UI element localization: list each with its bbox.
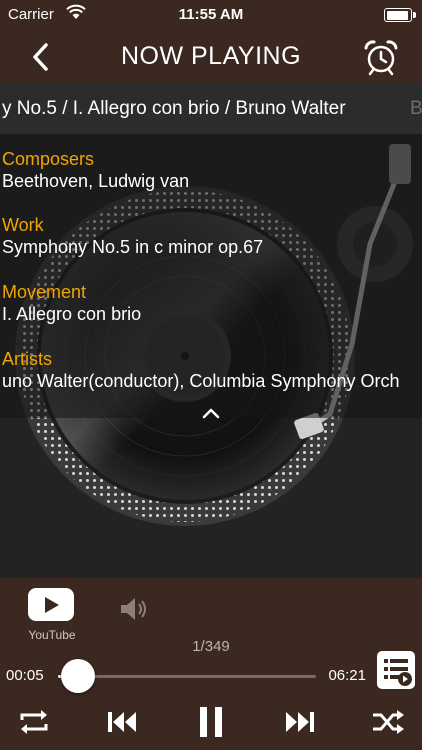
speaker-icon[interactable] xyxy=(118,594,150,624)
playlist-icon[interactable] xyxy=(376,650,416,690)
artists-label: Artists xyxy=(2,349,53,369)
player-controls: YouTube 1/349 00:05 06:21 xyxy=(0,578,422,750)
composers-label: Composers xyxy=(2,149,95,169)
movement-value: I. Allegro con brio xyxy=(2,304,142,324)
seek-slider[interactable] xyxy=(58,659,316,693)
movement-label: Movement xyxy=(2,282,87,302)
shuffle-icon[interactable] xyxy=(368,704,408,740)
total-duration: 06:21 xyxy=(328,667,366,684)
seek-thumb[interactable] xyxy=(61,659,96,693)
nav-bar: NOW PLAYING xyxy=(0,30,422,84)
pause-icon[interactable] xyxy=(191,704,231,740)
alarm-clock-icon[interactable] xyxy=(362,38,400,76)
artists-value: uno Walter(conductor), Columbia Symphony… xyxy=(2,371,400,391)
work-value: Symphony No.5 in c minor op.67 xyxy=(2,237,264,257)
now-playing-title-bar: y No.5 / I. Allegro con brio / Bruno Wal… xyxy=(0,84,422,134)
repeat-icon[interactable] xyxy=(14,704,54,740)
now-playing-title-next: B xyxy=(410,98,422,119)
chevron-up-icon[interactable] xyxy=(200,406,222,420)
next-track-icon[interactable] xyxy=(280,704,320,740)
clock: 11:55 AM xyxy=(178,6,244,23)
youtube-button[interactable]: YouTube xyxy=(26,588,78,644)
now-playing-panel: y No.5 / I. Allegro con brio / Bruno Wal… xyxy=(0,84,422,578)
track-position: 1/349 xyxy=(192,638,230,655)
previous-track-icon[interactable] xyxy=(102,704,142,740)
seek-track xyxy=(58,675,316,678)
youtube-icon xyxy=(28,588,74,621)
battery-icon xyxy=(384,8,416,22)
status-bar: Carrier 11:55 AM xyxy=(0,0,422,30)
elapsed-time: 00:05 xyxy=(6,667,44,684)
now-playing-title: y No.5 / I. Allegro con brio / Bruno Wal… xyxy=(2,98,346,119)
page-title: NOW PLAYING xyxy=(120,42,302,70)
composers-value: Beethoven, Ludwig van xyxy=(2,171,190,191)
work-label: Work xyxy=(2,215,44,235)
